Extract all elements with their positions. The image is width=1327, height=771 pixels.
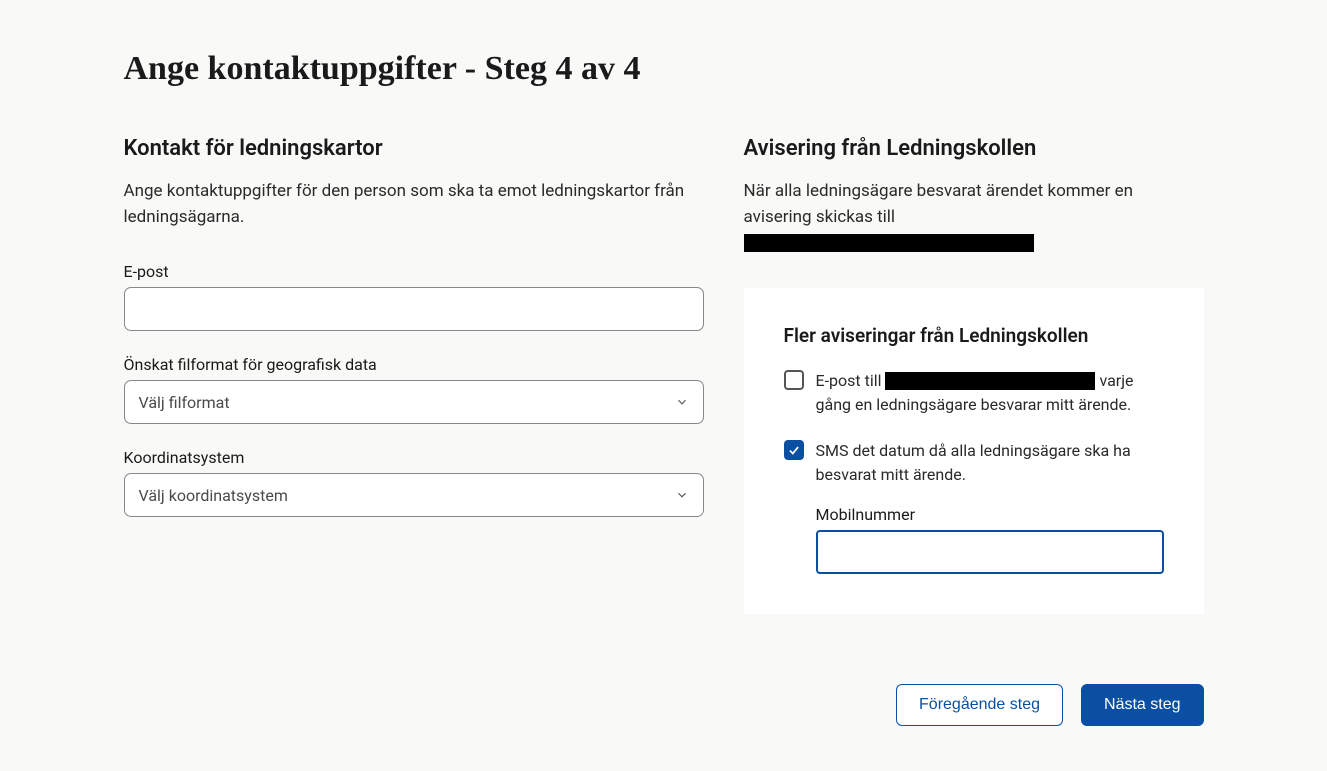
fileformat-select[interactable]: Välj filformat <box>124 380 704 424</box>
email-input[interactable] <box>124 287 704 331</box>
notification-heading: Avisering från Ledningskollen <box>744 136 1204 161</box>
fileformat-label: Önskat filformat för geografisk data <box>124 355 704 374</box>
notification-section: Avisering från Ledningskollen När alla l… <box>744 136 1204 614</box>
previous-step-button[interactable]: Föregående steg <box>896 684 1063 726</box>
coord-placeholder: Välj koordinatsystem <box>139 486 675 505</box>
sms-notification-checkbox[interactable] <box>784 440 804 460</box>
contact-heading: Kontakt för ledningskartor <box>124 136 704 161</box>
fileformat-placeholder: Välj filformat <box>139 393 675 412</box>
sms-notification-label[interactable]: SMS det datum då alla ledningsägare ska … <box>816 439 1164 487</box>
mobile-input[interactable] <box>816 530 1164 574</box>
card-heading: Fler aviseringar från Ledningskollen <box>784 324 1164 347</box>
redacted-email <box>744 234 1034 252</box>
contact-section: Kontakt för ledningskartor Ange kontaktu… <box>124 136 704 614</box>
more-notifications-card: Fler aviseringar från Ledningskollen E-p… <box>744 288 1204 614</box>
chevron-down-icon <box>675 488 689 502</box>
coord-select[interactable]: Välj koordinatsystem <box>124 473 704 517</box>
mobile-label: Mobilnummer <box>816 505 1164 524</box>
chevron-down-icon <box>675 395 689 409</box>
email-notification-label[interactable]: E-post till varje gång en ledningsägare … <box>816 369 1164 417</box>
notification-intro: När alla ledningsägare besvarat ärendet … <box>744 179 1204 256</box>
contact-intro: Ange kontaktuppgifter för den person som… <box>124 179 704 230</box>
coord-label: Koordinatsystem <box>124 448 704 467</box>
email-notification-checkbox[interactable] <box>784 370 804 390</box>
page-title: Ange kontaktuppgifter - Steg 4 av 4 <box>124 50 1204 88</box>
redacted-email-small <box>885 372 1095 390</box>
next-step-button[interactable]: Nästa steg <box>1081 684 1203 726</box>
button-row: Föregående steg Nästa steg <box>124 684 1204 726</box>
email-label: E-post <box>124 262 704 281</box>
